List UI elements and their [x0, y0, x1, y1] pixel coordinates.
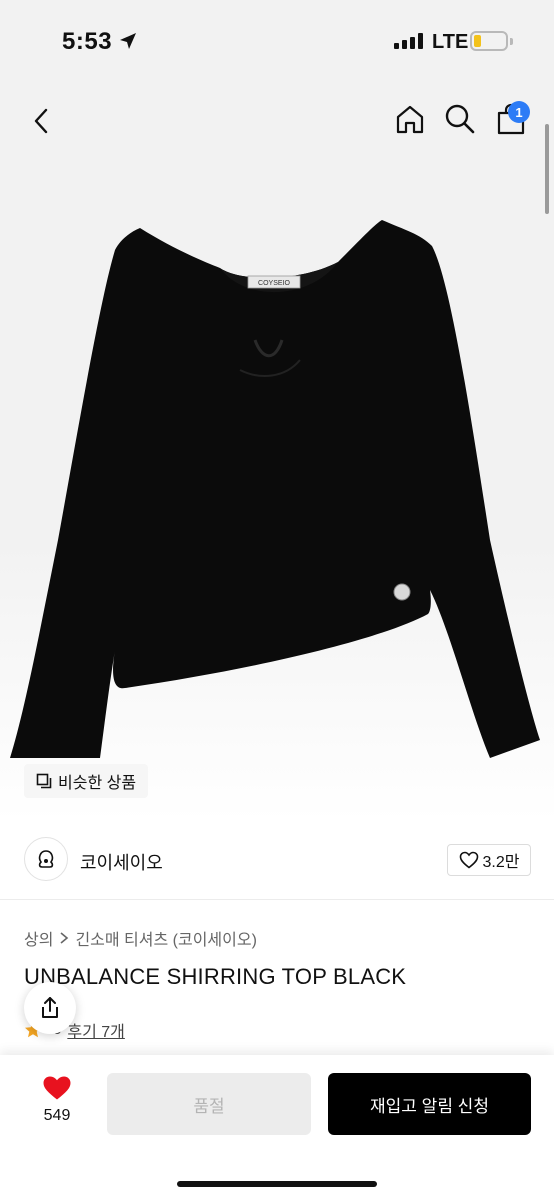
- wishlist-count: 549: [43, 1107, 71, 1124]
- garment-patch: [393, 583, 411, 601]
- location-arrow-icon: [120, 33, 136, 49]
- garment-label-text: COYSEIO: [258, 280, 290, 287]
- brand-logo[interactable]: [24, 837, 68, 881]
- soldout-button: 품절: [107, 1073, 311, 1135]
- home-button[interactable]: [393, 102, 427, 136]
- similar-products-label: 비슷한 상품: [58, 775, 137, 792]
- restock-alert-button[interactable]: 재입고 알림 신청: [328, 1073, 531, 1135]
- heart-outline-icon: [459, 851, 478, 869]
- similar-products-button[interactable]: 비슷한 상품: [24, 764, 149, 798]
- battery-icon: [470, 31, 508, 51]
- back-button[interactable]: [26, 104, 56, 138]
- signal-icon: [394, 33, 423, 49]
- share-button[interactable]: [24, 982, 76, 1034]
- breadcrumb-item-category[interactable]: 상의: [24, 926, 53, 950]
- scroll-indicator: [545, 124, 549, 214]
- reviews-link[interactable]: 후기 7개: [67, 1018, 125, 1042]
- battery-tip: [510, 38, 513, 45]
- wishlist-button[interactable]: 549: [32, 1075, 82, 1131]
- seller-row: 코이세이오 3.2만: [0, 822, 554, 900]
- cart-count-badge: 1: [508, 101, 530, 123]
- search-button[interactable]: [443, 102, 477, 136]
- network-label: LTE: [432, 31, 469, 53]
- brand-name[interactable]: 코이세이오: [80, 849, 163, 875]
- brand-like-count: 3.2만: [482, 854, 520, 871]
- search-icon: [445, 104, 475, 134]
- bottom-action-bar: 549 품절 재입고 알림 신청: [0, 1055, 554, 1200]
- brand-logo-icon: [38, 850, 54, 868]
- product-image[interactable]: COYSEIO: [0, 210, 554, 770]
- breadcrumb: 상의 긴소매 티셔츠 (코이세이오): [24, 926, 257, 950]
- chevron-left-icon: [34, 108, 48, 134]
- share-icon: [42, 997, 58, 1018]
- top-garment-shape: [10, 220, 540, 758]
- chevron-right-icon: [60, 932, 69, 944]
- home-indicator: [177, 1181, 377, 1187]
- breadcrumb-item-subcategory[interactable]: 긴소매 티셔츠 (코이세이오): [75, 926, 256, 950]
- product-title: UNBALANCE SHIRRING TOP BLACK: [24, 964, 407, 989]
- status-bar: 5:53 LTE: [0, 0, 554, 84]
- brand-like-button[interactable]: 3.2만: [447, 844, 531, 876]
- heart-filled-icon: [43, 1076, 71, 1100]
- status-time: 5:53: [62, 28, 113, 55]
- copy-icon: [36, 773, 52, 789]
- home-icon: [396, 105, 424, 134]
